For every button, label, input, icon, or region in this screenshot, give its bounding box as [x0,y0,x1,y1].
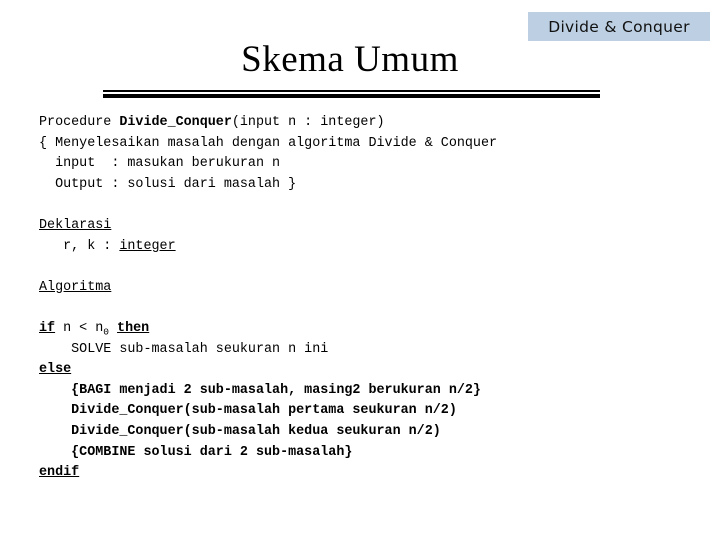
code-token: Divide_Conquer(sub-masalah pertama seuku… [39,403,457,419]
line-combine: {COMBINE solusi dari 2 sub-masalah} [39,443,699,464]
line-procedure: Procedure Divide_Conquer(input n : integ… [39,113,699,134]
line-blank-1 [39,195,699,216]
line-call-first: Divide_Conquer(sub-masalah pertama seuku… [39,401,699,422]
code-token: (input n : integer) [231,115,385,130]
line-blank-3 [39,298,699,319]
code-token: SOLVE sub-masalah seukuran n ini [39,341,329,357]
line-if: if n < n0 then [39,319,699,340]
title-divider [103,90,600,98]
code-token: n < n [55,320,104,336]
code-token: {COMBINE solusi dari 2 sub-masalah} [39,444,353,460]
code-token: else [39,362,72,378]
code-token: Output : solusi dari masalah } [39,176,297,192]
code-token: Procedure [39,115,120,130]
code-token: Algoritma [39,279,112,295]
topic-badge: Divide & Conquer [528,12,710,41]
code-token: {BAGI menjadi 2 sub-masalah, masing2 ber… [39,382,481,398]
line-algoritma: Algoritma [39,278,699,299]
code-token: { Menyelesaikan masalah dengan algoritma… [39,135,498,151]
code-token: Deklarasi [39,217,112,233]
line-input: input : masukan berukuran n [39,154,699,175]
code-token: input : masukan berukuran n [39,156,281,172]
pseudocode-block: Procedure Divide_Conquer(input n : integ… [39,113,699,484]
line-endif: endif [39,463,699,484]
line-solve: SOLVE sub-masalah seukuran n ini [39,340,699,361]
code-token: Divide_Conquer(sub-masalah kedua seukura… [39,423,441,439]
line-bagi: {BAGI menjadi 2 sub-masalah, masing2 ber… [39,381,699,402]
code-token: Divide_Conquer [119,115,232,130]
line-deklarasi: Deklarasi [39,216,699,237]
line-blank-2 [39,257,699,278]
line-call-second: Divide_Conquer(sub-masalah kedua seukura… [39,422,699,443]
divider-rule-thick [103,94,600,98]
code-token: integer [119,238,176,254]
code-token: if [39,320,56,336]
line-comment-open: { Menyelesaikan masalah dengan algoritma… [39,134,699,155]
topic-badge-label: Divide & Conquer [548,17,690,36]
line-vars: r, k : integer [39,237,699,258]
line-else: else [39,360,699,381]
code-token: r, k : [39,238,120,254]
code-token: endif [39,465,80,481]
page-title: Skema Umum [241,39,459,80]
code-token: then [117,320,150,336]
line-output: Output : solusi dari masalah } [39,175,699,196]
